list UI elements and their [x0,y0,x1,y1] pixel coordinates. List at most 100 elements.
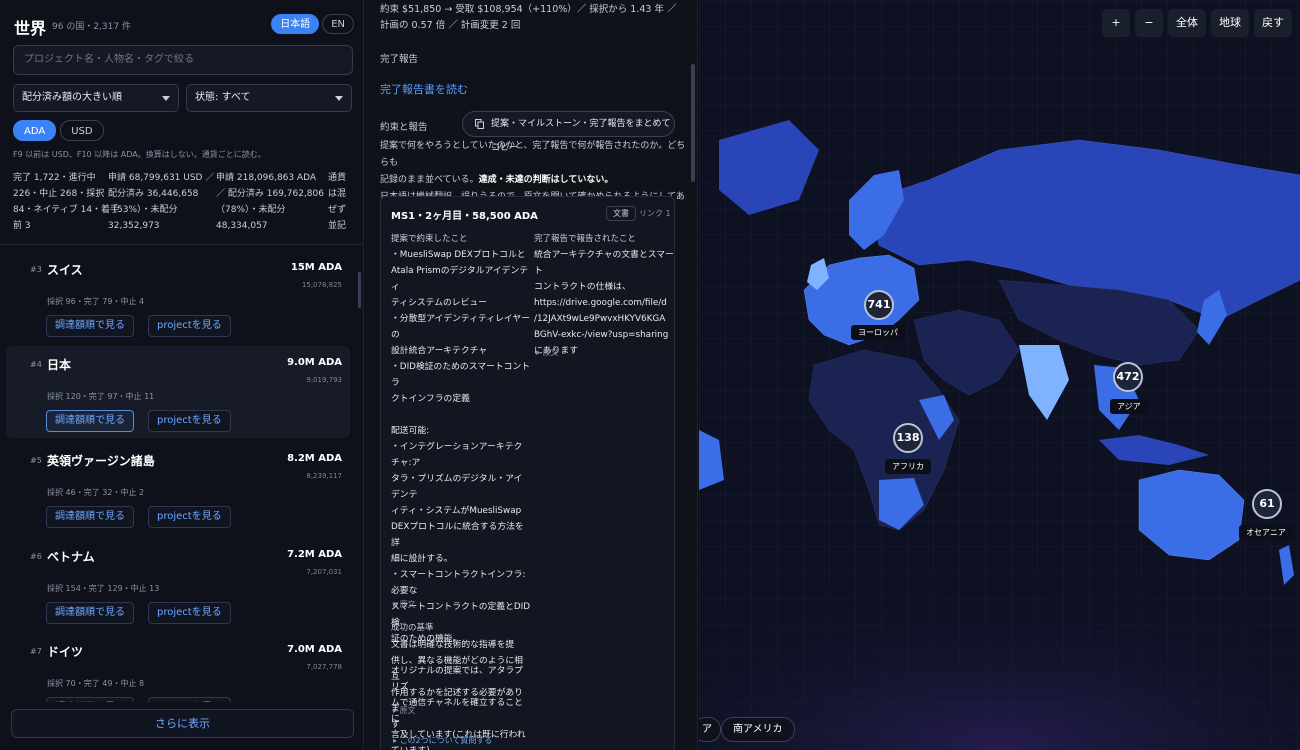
procure-order-button[interactable]: 調達額順で見る [46,315,134,337]
item-amount: 9.0M ADA [287,357,342,368]
item-amount: 15M ADA [290,262,342,273]
view-project-button[interactable]: projectを見る [148,506,231,528]
stats-line: （78%）・未配分 [216,205,286,215]
stats-line: 申請 218,096,863 ADA [216,173,317,183]
promise-report-label: 約束と報告 [380,122,428,133]
stats-line: 通貨 [328,173,347,183]
view-project-button[interactable]: projectを見る [148,697,231,702]
currency-toggle: ADA USD [13,120,104,141]
world-map[interactable]: + − 全体 地球 戻す 741 ヨーロッパ 472 アジア 138 アフリカ … [699,0,1300,750]
list-item[interactable]: #3 スイス 15M ADA 15,078,825 採択 96・完了 79・中止… [6,251,350,343]
procure-order-button[interactable]: 調達額順で見る [46,602,134,624]
zoom-in-button[interactable]: + [1102,9,1130,37]
source-label: 原文 [542,348,559,357]
country-list-panel: 世界 96 の国・2,317 件 日本語 EN プロジェクト名・人物名・タグで絞… [0,0,364,750]
status-select[interactable]: 状態: すべて [186,84,352,112]
stats-line: ／ 配分済み 169,762,806 [216,189,324,199]
item-name: 英領ヴァージン諸島 [47,454,155,468]
cluster-africa[interactable]: 138 [893,423,923,453]
currency-usd-button[interactable]: USD [60,120,104,141]
item-rank: #5 [30,456,42,465]
stats-line: 32,352,973 [108,221,160,231]
item-amount-exact: 7,027,778 [306,663,342,671]
item-amount-exact: 7,207,031 [306,568,342,576]
detail-panel: 約束 $51,850 → 受取 $108,954（+110%）／ 採択から 1.… [365,0,698,750]
procure-order-button[interactable]: 調達額順で見る [46,410,134,432]
stats-usd-column: 申請 68,799,631 USD ／ 配分済み 36,446,658 （53%… [108,170,214,234]
list-item[interactable]: #6 ベトナム 7.2M ADA 7,207,031 採択 154・完了 129… [6,538,350,630]
list-scrollbar[interactable] [358,272,361,308]
item-rank: #6 [30,552,42,561]
item-rank: #4 [30,360,42,369]
criteria-source-link[interactable]: ▸ 原文 [393,705,416,716]
country-list: #3 スイス 15M ADA 15,078,825 採択 96・完了 79・中止… [0,248,364,702]
explanation-fragment: 記録のまま並べている。 [380,175,479,185]
lang-ja-button[interactable]: 日本語 [271,14,320,34]
stats-line: ぜず [328,205,347,215]
view-project-button[interactable]: projectを見る [148,315,231,337]
item-meta: 採択 96・完了 79・中止 4 [47,297,145,306]
item-meta: 採択 154・完了 129・中止 13 [47,584,160,593]
region-chip-partial[interactable]: ア [699,717,721,742]
procure-order-button[interactable]: 調達額順で見る [46,506,134,528]
sort-select[interactable]: 配分済み額の大きい順 [13,84,179,112]
stats-status-column: 完了 1,722・進行中 226・中止 268・採択 84・ネイティブ 14・着… [13,170,119,234]
item-amount: 7.0M ADA [287,644,342,655]
stats-line: （53%）・未配分 [108,205,178,215]
summary-count: 96 の国・2,317 件 [52,22,131,32]
funding-summary-line: 計画の 0.57 倍 ／ 計画変更 2 回 [380,20,521,31]
currency-note: F9 以前は USD、F10 以降は ADA。換算はしない。通貨ごとに読む。 [13,150,266,159]
view-all-button[interactable]: 全体 [1168,9,1206,37]
cluster-asia-label: アジア [1110,399,1148,414]
completion-report-link[interactable]: 完了報告書を読む [380,81,468,97]
stats-line: は混 [328,189,347,199]
copy-all-button[interactable]: 提案・マイルストーン・完了報告をまとめてコピー [462,111,675,153]
reset-view-button[interactable]: 戻す [1254,9,1292,37]
stats-line: 84・ネイティブ 14・着手 [13,205,120,215]
page-title: 世界 [14,19,47,38]
funding-summary-line: 約束 $51,850 → 受取 $108,954（+110%）／ 採択から 1.… [380,4,677,15]
search-input[interactable]: プロジェクト名・人物名・タグで絞る [13,45,353,75]
stats-line: 完了 1,722・進行中 [13,173,96,183]
item-name: ベトナム [47,550,95,564]
world-map-canvas [699,0,1300,750]
item-amount: 7.2M ADA [287,549,342,560]
stats-note-column: 通貨 は混 ぜず 並記 [328,170,346,234]
cluster-europe[interactable]: 741 [864,290,894,320]
milestone-heading: MS1・2ヶ月目・58,500 ADA [391,211,538,222]
chevron-down-icon [162,96,170,101]
report-text: 統合アーキテクチャの文書とスマート コントラクトの仕様は、 https://dr… [534,250,674,356]
stats-line: 申請 68,799,631 USD ／ [108,173,215,183]
stats-line: 226・中止 268・採択 [13,189,105,199]
view-project-button[interactable]: projectを見る [148,410,231,432]
procure-order-button[interactable]: 調達額順で見る [46,697,134,702]
criteria-heading: 成功の基準 [391,623,434,633]
proposal-heading: 提案で約束したこと [391,234,468,244]
zoom-out-button[interactable]: − [1135,9,1163,37]
show-more-button[interactable]: さらに表示 [11,709,354,738]
cluster-europe-label: ヨーロッパ [851,325,905,340]
proposal-source-link[interactable]: ▸ 原文 [393,599,416,610]
currency-ada-button[interactable]: ADA [13,120,57,141]
ask-question-link[interactable]: ▸ この2つについて質問する [393,735,492,746]
source-label: 原文 [399,600,416,609]
globe-view-button[interactable]: 地球 [1211,9,1249,37]
link-count: リンク 1 [639,209,671,218]
explanation-emphasis: 達成・未達の判断はしていない。 [478,175,614,185]
completion-label: 完了報告 [380,54,419,65]
item-meta: 採択 70・完了 49・中止 8 [47,679,145,688]
cluster-oceania[interactable]: 61 [1252,489,1282,519]
item-name: ドイツ [47,645,84,659]
region-chip-south-america[interactable]: 南アメリカ [721,717,795,742]
list-item[interactable]: #7 ドイツ 7.0M ADA 7,027,778 採択 70・完了 49・中止… [6,633,350,702]
report-source-link[interactable]: ▸ 原文 [536,347,559,358]
detail-scrollbar[interactable] [691,64,695,182]
document-tag: 文書 [606,206,636,221]
milestone-card: MS1・2ヶ月目・58,500 ADA 文書 リンク 1 提案で約束したこと 完… [380,196,675,750]
stats-summary: 完了 1,722・進行中 226・中止 268・採択 84・ネイティブ 14・着… [13,170,353,236]
cluster-asia[interactable]: 472 [1113,362,1143,392]
list-item[interactable]: #4 日本 9.0M ADA 9,019,793 採択 120・完了 97・中止… [6,346,350,438]
view-project-button[interactable]: projectを見る [148,602,231,624]
list-item[interactable]: #5 英領ヴァージン諸島 8.2M ADA 8,239,117 採択 46・完了… [6,442,350,534]
lang-en-button[interactable]: EN [322,14,354,34]
